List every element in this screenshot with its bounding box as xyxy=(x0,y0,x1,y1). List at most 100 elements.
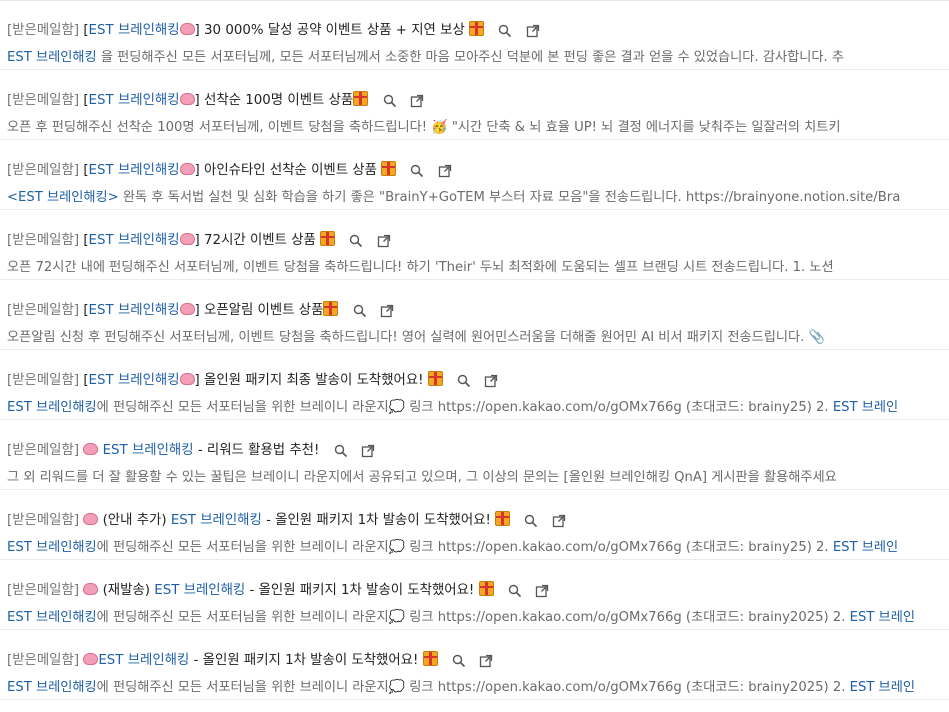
open-new-window-icon[interactable] xyxy=(535,584,549,598)
mail-preview[interactable]: 오픈 72시간 내에 펀딩해주신 서포터님께, 이벤트 당첨을 축하드립니다! … xyxy=(7,257,949,279)
search-icon[interactable] xyxy=(383,94,397,108)
mail-subject[interactable]: [받은메일함] [EST 브레인해킹] 오픈알림 이벤트 상품 xyxy=(7,300,949,322)
mail-item[interactable]: [받은메일함] (재발송) EST 브레인해킹 - 올인원 패키지 1차 발송이… xyxy=(0,560,949,630)
search-icon[interactable] xyxy=(410,164,424,178)
subject-prefix: (안내 추가) xyxy=(102,513,171,528)
mail-subject[interactable]: [받은메일함] EST 브레인해킹 - 리워드 활용법 추천! xyxy=(7,440,949,462)
mail-subject[interactable]: [받은메일함] (재발송) EST 브레인해킹 - 올인원 패키지 1차 발송이… xyxy=(7,580,949,602)
mail-preview[interactable]: EST 브레인해킹에 펀딩해주신 모든 서포터님을 위한 브레이니 라운지💭 링… xyxy=(7,607,949,629)
subject-brand: EST 브레인해킹 xyxy=(88,303,180,318)
subject-brand: EST 브레인해킹 xyxy=(170,513,262,528)
row-actions xyxy=(353,301,403,322)
row-actions xyxy=(524,511,574,532)
gift-icon xyxy=(323,301,339,316)
search-icon[interactable] xyxy=(334,444,348,458)
row-actions xyxy=(498,21,548,42)
brain-icon xyxy=(83,443,99,455)
gift-icon xyxy=(427,371,443,386)
open-new-window-icon[interactable] xyxy=(438,164,452,178)
preview-tail-brand: EST 브레인 xyxy=(849,610,915,625)
mail-preview[interactable]: EST 브레인해킹에 펀딩해주신 모든 서포터님을 위한 브레이니 라운지💭 링… xyxy=(7,537,949,559)
mail-item[interactable]: [받은메일함] [EST 브레인해킹] 아인슈타인 선착순 이벤트 상품 <ES… xyxy=(0,140,949,210)
mail-item[interactable]: [받은메일함] [EST 브레인해킹] 선착순 100명 이벤트 상품 오픈 후… xyxy=(0,70,949,140)
gift-icon xyxy=(478,581,494,596)
mailbox-label: [받은메일함] xyxy=(7,163,80,178)
search-icon[interactable] xyxy=(508,584,522,598)
open-new-window-icon[interactable] xyxy=(410,94,424,108)
search-icon[interactable] xyxy=(457,374,471,388)
mail-preview[interactable]: EST 브레인해킹에 펀딩해주신 모든 서포터님을 위한 브레이니 라운지💭 링… xyxy=(7,677,949,699)
preview-brand: EST 브레인해킹 xyxy=(7,400,97,415)
subject-brand: EST 브레인해킹 xyxy=(98,653,190,668)
search-icon[interactable] xyxy=(452,654,466,668)
open-new-window-icon[interactable] xyxy=(526,24,540,38)
mail-preview[interactable]: 오픈 후 펀딩해주신 선착순 100명 서포터님께, 이벤트 당첨을 축하드립니… xyxy=(7,117,949,139)
mail-item[interactable]: [받은메일함] [EST 브레인해킹] 오픈알림 이벤트 상품 오픈알림 신청 … xyxy=(0,280,949,350)
mailbox-label: [받은메일함] xyxy=(7,513,80,528)
gift-icon xyxy=(353,91,369,106)
gift-icon xyxy=(495,511,511,526)
mail-item[interactable]: [받은메일함] [EST 브레인해킹] 올인원 패키지 최종 발송이 도착했어요… xyxy=(0,350,949,420)
subject-brand: EST 브레인해킹 xyxy=(88,163,180,178)
preview-text: 을 펀딩해주신 모든 서포터님께, 모든 서포터님께서 소중한 마음 모아주신 … xyxy=(96,50,844,65)
mail-item[interactable]: [받은메일함] [EST 브레인해킹] 30 000% 달성 공약 이벤트 상품… xyxy=(0,1,949,70)
brain-icon xyxy=(179,373,195,385)
mail-item[interactable]: [받은메일함] (안내 추가) EST 브레인해킹 - 올인원 패키지 1차 발… xyxy=(0,490,949,560)
search-icon[interactable] xyxy=(498,24,512,38)
subject-brand: EST 브레인해킹 xyxy=(88,23,180,38)
brain-icon xyxy=(83,583,99,595)
mail-preview[interactable]: 그 외 리워드를 더 잘 활용할 수 있는 꿀팁은 브레이니 라운지에서 공유되… xyxy=(7,467,949,489)
mailbox-label: [받은메일함] xyxy=(7,583,80,598)
subject-prefix: (재발송) xyxy=(102,583,155,598)
mail-subject[interactable]: [받은메일함] [EST 브레인해킹] 아인슈타인 선착순 이벤트 상품 xyxy=(7,160,949,182)
gift-icon xyxy=(469,21,485,36)
mail-item[interactable]: [받은메일함] [EST 브레인해킹] 72시간 이벤트 상품 오픈 72시간 … xyxy=(0,210,949,280)
mail-preview[interactable]: <EST 브레인해킹> 완독 후 독서법 실천 및 심화 학습을 하기 좋은 "… xyxy=(7,187,949,209)
open-new-window-icon[interactable] xyxy=(380,304,394,318)
mail-item[interactable]: [받은메일함] EST 브레인해킹 - 올인원 패키지 1차 발송이 도착했어요… xyxy=(0,630,949,700)
row-actions xyxy=(383,91,433,112)
search-icon[interactable] xyxy=(353,304,367,318)
mail-subject[interactable]: [받은메일함] [EST 브레인해킹] 선착순 100명 이벤트 상품 xyxy=(7,90,949,112)
mailbox-label: [받은메일함] xyxy=(7,93,80,108)
search-icon[interactable] xyxy=(524,514,538,528)
mail-subject[interactable]: [받은메일함] [EST 브레인해킹] 올인원 패키지 최종 발송이 도착했어요… xyxy=(7,370,949,392)
open-new-window-icon[interactable] xyxy=(361,444,375,458)
preview-brand: EST 브레인해킹 xyxy=(7,610,97,625)
preview-brand: EST 브레인해킹 xyxy=(7,680,97,695)
mail-preview[interactable]: 오픈알림 신청 후 펀딩해주신 서포터님께, 이벤트 당첨을 축하드립니다! 영… xyxy=(7,327,949,349)
brain-icon xyxy=(179,93,195,105)
mail-item[interactable]: [받은메일함] EST 브레인해킹 - 리워드 활용법 추천! 그 외 리워드를… xyxy=(0,420,949,490)
brain-icon xyxy=(83,653,99,665)
open-new-window-icon[interactable] xyxy=(552,514,566,528)
search-icon[interactable] xyxy=(349,234,363,248)
subject-brand: EST 브레인해킹 xyxy=(88,93,180,108)
preview-text: 에 펀딩해주신 모든 서포터님을 위한 브레이니 라운지💭 링크 https:/… xyxy=(96,540,833,555)
mail-subject[interactable]: [받은메일함] (안내 추가) EST 브레인해킹 - 올인원 패키지 1차 발… xyxy=(7,510,949,532)
row-actions xyxy=(508,581,558,602)
mail-preview[interactable]: EST 브레인해킹에 펀딩해주신 모든 서포터님을 위한 브레이니 라운지💭 링… xyxy=(7,397,949,419)
subject-brand: EST 브레인해킹 xyxy=(154,583,246,598)
open-new-window-icon[interactable] xyxy=(484,374,498,388)
preview-tail-brand: EST 브레인 xyxy=(832,400,899,415)
open-new-window-icon[interactable] xyxy=(377,234,391,248)
mailbox-label: [받은메일함] xyxy=(7,23,80,38)
mail-subject[interactable]: [받은메일함] [EST 브레인해킹] 72시간 이벤트 상품 xyxy=(7,230,949,252)
preview-text: 에 펀딩해주신 모든 서포터님을 위한 브레이니 라운지💭 링크 https:/… xyxy=(96,610,850,625)
mail-preview[interactable]: EST 브레인해킹 을 펀딩해주신 모든 서포터님께, 모든 서포터님께서 소중… xyxy=(7,47,949,69)
preview-brand: EST 브레인해킹 xyxy=(7,540,97,555)
mail-subject[interactable]: [받은메일함] [EST 브레인해킹] 30 000% 달성 공약 이벤트 상품… xyxy=(7,20,949,42)
row-actions xyxy=(349,231,399,252)
row-actions xyxy=(410,161,460,182)
preview-tail-brand: EST 브레인 xyxy=(849,680,915,695)
row-actions xyxy=(457,371,507,392)
gift-icon xyxy=(381,161,397,176)
preview-tail-brand: EST 브레인 xyxy=(832,540,899,555)
open-new-window-icon[interactable] xyxy=(479,654,493,668)
preview-text: 그 외 리워드를 더 잘 활용할 수 있는 꿀팁은 브레이니 라운지에서 공유되… xyxy=(7,470,837,485)
subject-text: ] 72시간 이벤트 상품 xyxy=(194,233,316,248)
subject-text: ] 아인슈타인 선착순 이벤트 상품 xyxy=(194,163,377,178)
subject-text: - 올인원 패키지 1차 발송이 도착했어요! xyxy=(261,513,491,528)
brain-icon xyxy=(179,303,195,315)
mail-subject[interactable]: [받은메일함] EST 브레인해킹 - 올인원 패키지 1차 발송이 도착했어요… xyxy=(7,650,949,672)
